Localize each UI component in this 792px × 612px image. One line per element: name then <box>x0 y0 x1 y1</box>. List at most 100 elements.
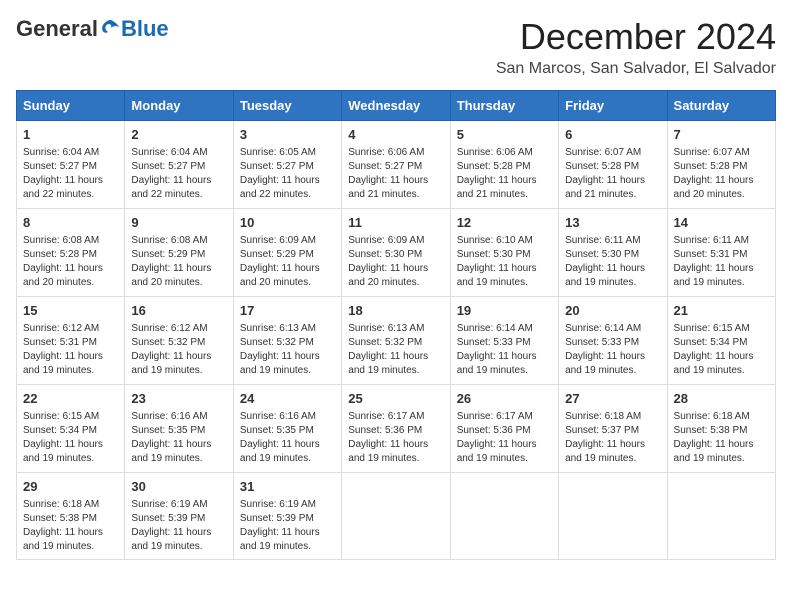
calendar-cell <box>667 473 775 560</box>
day-detail: Sunrise: 6:18 AMSunset: 5:38 PMDaylight:… <box>23 498 118 554</box>
day-number: 10 <box>240 214 335 232</box>
calendar-cell: 22Sunrise: 6:15 AMSunset: 5:34 PMDayligh… <box>17 385 125 473</box>
calendar-cell: 11Sunrise: 6:09 AMSunset: 5:30 PMDayligh… <box>342 209 450 297</box>
calendar-cell: 1 Sunrise: 6:04 AMSunset: 5:27 PMDaylight… <box>17 121 125 209</box>
calendar-cell: 14 Sunrise: 6:11 AMSunset: 5:31 PMDayligh… <box>667 209 775 297</box>
day-detail: Sunrise: 6:11 AMSunset: 5:31 PMDaylight:… <box>674 234 769 290</box>
day-detail: Sunrise: 6:14 AMSunset: 5:33 PMDaylight:… <box>457 322 552 378</box>
calendar-cell: 5 Sunrise: 6:06 AMSunset: 5:28 PMDaylight… <box>450 121 558 209</box>
calendar-cell: 8 Sunrise: 6:08 AMSunset: 5:28 PMDaylight… <box>17 209 125 297</box>
day-detail: Sunrise: 6:08 AMSunset: 5:28 PMDaylight:… <box>23 234 118 290</box>
calendar-cell: 12 Sunrise: 6:10 AMSunset: 5:30 PMDayligh… <box>450 209 558 297</box>
calendar-cell <box>450 473 558 560</box>
day-detail: Sunrise: 6:12 AMSunset: 5:32 PMDaylight:… <box>131 322 226 378</box>
day-number: 5 <box>457 126 552 144</box>
calendar-cell: 10 Sunrise: 6:09 AMSunset: 5:29 PMDayligh… <box>233 209 341 297</box>
day-detail: Sunrise: 6:15 AMSunset: 5:34 PMDaylight:… <box>23 410 118 466</box>
title-area: December 2024 San Marcos, San Salvador, … <box>496 16 776 78</box>
calendar-cell: 17Sunrise: 6:13 AMSunset: 5:32 PMDayligh… <box>233 297 341 385</box>
day-number: 7 <box>674 126 769 144</box>
day-number: 24 <box>240 390 335 408</box>
header-day-tuesday: Tuesday <box>233 91 341 121</box>
header-day-thursday: Thursday <box>450 91 558 121</box>
calendar-cell: 30 Sunrise: 6:19 AMSunset: 5:39 PMDayligh… <box>125 473 233 560</box>
day-detail: Sunrise: 6:09 AMSunset: 5:29 PMDaylight:… <box>240 234 335 290</box>
calendar-cell: 19 Sunrise: 6:14 AMSunset: 5:33 PMDayligh… <box>450 297 558 385</box>
day-number: 21 <box>674 302 769 320</box>
day-detail: Sunrise: 6:08 AMSunset: 5:29 PMDaylight:… <box>131 234 226 290</box>
calendar-cell: 20 Sunrise: 6:14 AMSunset: 5:33 PMDayligh… <box>559 297 667 385</box>
day-detail: Sunrise: 6:07 AMSunset: 5:28 PMDaylight:… <box>674 146 769 202</box>
header-day-sunday: Sunday <box>17 91 125 121</box>
day-detail: Sunrise: 6:17 AMSunset: 5:36 PMDaylight:… <box>457 410 552 466</box>
day-detail: Sunrise: 6:19 AMSunset: 5:39 PMDaylight:… <box>131 498 226 554</box>
calendar-cell: 23 Sunrise: 6:16 AMSunset: 5:35 PMDayligh… <box>125 385 233 473</box>
day-number: 6 <box>565 126 660 144</box>
day-detail: Sunrise: 6:16 AMSunset: 5:35 PMDaylight:… <box>131 410 226 466</box>
calendar-cell: 29 Sunrise: 6:18 AMSunset: 5:38 PMDayligh… <box>17 473 125 560</box>
day-number: 15 <box>23 302 118 320</box>
logo-blue: Blue <box>121 16 169 42</box>
calendar-cell: 27 Sunrise: 6:18 AMSunset: 5:37 PMDayligh… <box>559 385 667 473</box>
day-number: 4 <box>348 126 443 144</box>
day-detail: Sunrise: 6:14 AMSunset: 5:33 PMDaylight:… <box>565 322 660 378</box>
day-detail: Sunrise: 6:11 AMSunset: 5:30 PMDaylight:… <box>565 234 660 290</box>
day-detail: Sunrise: 6:15 AMSunset: 5:34 PMDaylight:… <box>674 322 769 378</box>
calendar-cell: 15 Sunrise: 6:12 AMSunset: 5:31 PMDayligh… <box>17 297 125 385</box>
day-detail: Sunrise: 6:10 AMSunset: 5:30 PMDaylight:… <box>457 234 552 290</box>
location-title: San Marcos, San Salvador, El Salvador <box>496 60 776 78</box>
header-day-wednesday: Wednesday <box>342 91 450 121</box>
day-detail: Sunrise: 6:04 AMSunset: 5:27 PMDaylight:… <box>23 146 118 202</box>
calendar-cell: 13 Sunrise: 6:11 AMSunset: 5:30 PMDayligh… <box>559 209 667 297</box>
calendar-table: SundayMondayTuesdayWednesdayThursdayFrid… <box>16 90 776 560</box>
calendar-cell: 21 Sunrise: 6:15 AMSunset: 5:34 PMDayligh… <box>667 297 775 385</box>
day-detail: Sunrise: 6:06 AMSunset: 5:27 PMDaylight:… <box>348 146 443 202</box>
month-title: December 2024 <box>496 16 776 58</box>
day-number: 13 <box>565 214 660 232</box>
day-detail: Sunrise: 6:05 AMSunset: 5:27 PMDaylight:… <box>240 146 335 202</box>
day-detail: Sunrise: 6:12 AMSunset: 5:31 PMDaylight:… <box>23 322 118 378</box>
day-detail: Sunrise: 6:06 AMSunset: 5:28 PMDaylight:… <box>457 146 552 202</box>
day-number: 12 <box>457 214 552 232</box>
day-detail: Sunrise: 6:18 AMSunset: 5:37 PMDaylight:… <box>565 410 660 466</box>
calendar-cell <box>559 473 667 560</box>
day-number: 8 <box>23 214 118 232</box>
day-number: 23 <box>131 390 226 408</box>
header: General Blue December 2024 San Marcos, S… <box>16 16 776 78</box>
header-day-saturday: Saturday <box>667 91 775 121</box>
day-number: 29 <box>23 478 118 496</box>
logo-general: General <box>16 16 98 42</box>
calendar-cell: 6 Sunrise: 6:07 AMSunset: 5:28 PMDaylight… <box>559 121 667 209</box>
day-detail: Sunrise: 6:19 AMSunset: 5:39 PMDaylight:… <box>240 498 335 554</box>
calendar-cell: 4 Sunrise: 6:06 AMSunset: 5:27 PMDaylight… <box>342 121 450 209</box>
day-detail: Sunrise: 6:18 AMSunset: 5:38 PMDaylight:… <box>674 410 769 466</box>
day-number: 14 <box>674 214 769 232</box>
logo: General Blue <box>16 16 169 42</box>
week-row-0: 1 Sunrise: 6:04 AMSunset: 5:27 PMDaylight… <box>17 121 776 209</box>
week-row-4: 29 Sunrise: 6:18 AMSunset: 5:38 PMDayligh… <box>17 473 776 560</box>
calendar-cell: 16Sunrise: 6:12 AMSunset: 5:32 PMDayligh… <box>125 297 233 385</box>
day-number: 30 <box>131 478 226 496</box>
header-day-friday: Friday <box>559 91 667 121</box>
day-number: 18 <box>348 302 443 320</box>
day-number: 26 <box>457 390 552 408</box>
day-detail: Sunrise: 6:17 AMSunset: 5:36 PMDaylight:… <box>348 410 443 466</box>
day-number: 1 <box>23 126 118 144</box>
day-number: 27 <box>565 390 660 408</box>
day-number: 11 <box>348 214 443 232</box>
calendar-cell: 9 Sunrise: 6:08 AMSunset: 5:29 PMDaylight… <box>125 209 233 297</box>
day-number: 19 <box>457 302 552 320</box>
day-detail: Sunrise: 6:07 AMSunset: 5:28 PMDaylight:… <box>565 146 660 202</box>
header-row: SundayMondayTuesdayWednesdayThursdayFrid… <box>17 91 776 121</box>
day-number: 3 <box>240 126 335 144</box>
calendar-cell: 31Sunrise: 6:19 AMSunset: 5:39 PMDayligh… <box>233 473 341 560</box>
calendar-cell: 3 Sunrise: 6:05 AMSunset: 5:27 PMDaylight… <box>233 121 341 209</box>
calendar-cell: 7 Sunrise: 6:07 AMSunset: 5:28 PMDaylight… <box>667 121 775 209</box>
day-number: 9 <box>131 214 226 232</box>
week-row-1: 8 Sunrise: 6:08 AMSunset: 5:28 PMDaylight… <box>17 209 776 297</box>
week-row-3: 22Sunrise: 6:15 AMSunset: 5:34 PMDayligh… <box>17 385 776 473</box>
day-number: 20 <box>565 302 660 320</box>
day-detail: Sunrise: 6:16 AMSunset: 5:35 PMDaylight:… <box>240 410 335 466</box>
day-number: 17 <box>240 302 335 320</box>
calendar-cell: 24 Sunrise: 6:16 AMSunset: 5:35 PMDayligh… <box>233 385 341 473</box>
